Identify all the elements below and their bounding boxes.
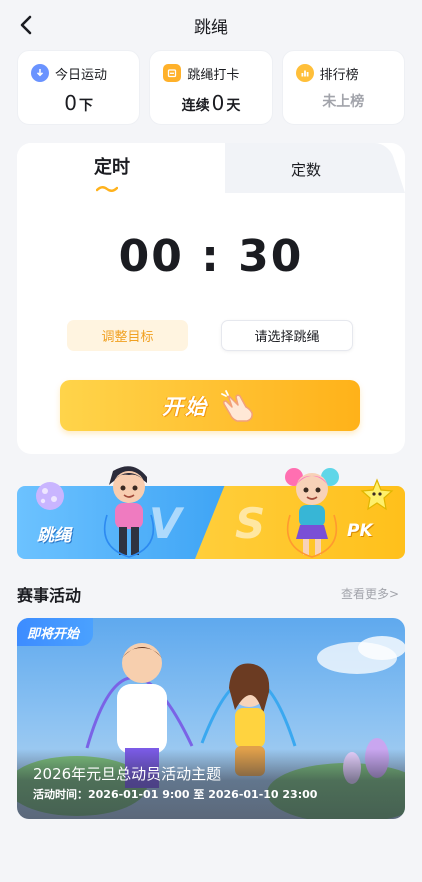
tab-count[interactable]: 定数 bbox=[291, 159, 321, 180]
tab-indicator bbox=[96, 186, 118, 192]
vs-left-label: 跳绳 bbox=[37, 526, 71, 546]
stat-value: 0 bbox=[64, 91, 78, 115]
tab-timed[interactable]: 定时 bbox=[94, 153, 130, 179]
stat-card-today[interactable]: 今日运动 0 下 bbox=[17, 50, 141, 125]
vs-letter-s: S bbox=[235, 499, 266, 548]
app-header: 跳绳 bbox=[0, 0, 422, 50]
checkin-icon bbox=[163, 64, 182, 82]
hand-pointer-icon bbox=[221, 389, 253, 422]
chevron-left-icon bbox=[20, 15, 32, 35]
event-overlay bbox=[17, 749, 405, 819]
start-button[interactable]: 开始 bbox=[60, 380, 360, 431]
event-time: 活动时间：2026-01-01 9:00 至 2026-01-10 23:00 bbox=[33, 788, 318, 801]
stat-value: 0 bbox=[211, 91, 225, 115]
event-card[interactable]: 即将开始 2026年元旦总动员活动主题 活动时间：2026-01-01 9:00… bbox=[17, 618, 405, 819]
stat-value: 未上榜 bbox=[322, 94, 365, 110]
boy-character bbox=[103, 466, 155, 558]
adjust-goal-button[interactable]: 调整目标 bbox=[67, 320, 188, 351]
section-title: 赛事活动 bbox=[17, 586, 82, 605]
page-title: 跳绳 bbox=[194, 17, 228, 38]
stat-label: 今日运动 bbox=[55, 67, 108, 83]
vs-right-label: PK bbox=[347, 521, 373, 541]
back-button[interactable] bbox=[14, 13, 38, 37]
ball-icon bbox=[36, 482, 64, 510]
stat-card-ranking[interactable]: 排行榜 未上榜 bbox=[281, 50, 405, 125]
select-rope-button[interactable]: 请选择跳绳 bbox=[221, 320, 353, 351]
timer-card: 定时 定数 00 : 30 调整目标 请选择跳绳 开始 bbox=[17, 143, 405, 454]
stat-label: 排行榜 bbox=[319, 67, 359, 83]
download-icon bbox=[31, 64, 49, 82]
start-label: 开始 bbox=[162, 394, 208, 419]
stats-row: 今日运动 0 下 跳绳打卡 连续 0 天 排行榜 未上榜 bbox=[17, 50, 405, 125]
bar-chart-icon bbox=[295, 64, 314, 82]
stat-unit: 天 bbox=[226, 98, 241, 114]
stat-label: 跳绳打卡 bbox=[187, 67, 240, 83]
star-icon bbox=[360, 478, 394, 511]
stat-card-checkin[interactable]: 跳绳打卡 连续 0 天 bbox=[149, 50, 273, 125]
vs-banner[interactable]: V S 跳绳 PK bbox=[17, 457, 405, 562]
view-more-link[interactable]: 查看更多> bbox=[341, 585, 399, 602]
timer-display: 00 : 30 bbox=[118, 231, 304, 282]
status-badge: 即将开始 bbox=[17, 618, 94, 646]
event-title: 2026年元旦总动员活动主题 bbox=[33, 765, 222, 783]
stat-prefix: 连续 bbox=[181, 98, 210, 114]
girl-character bbox=[285, 468, 339, 558]
stat-unit: 下 bbox=[79, 98, 94, 114]
